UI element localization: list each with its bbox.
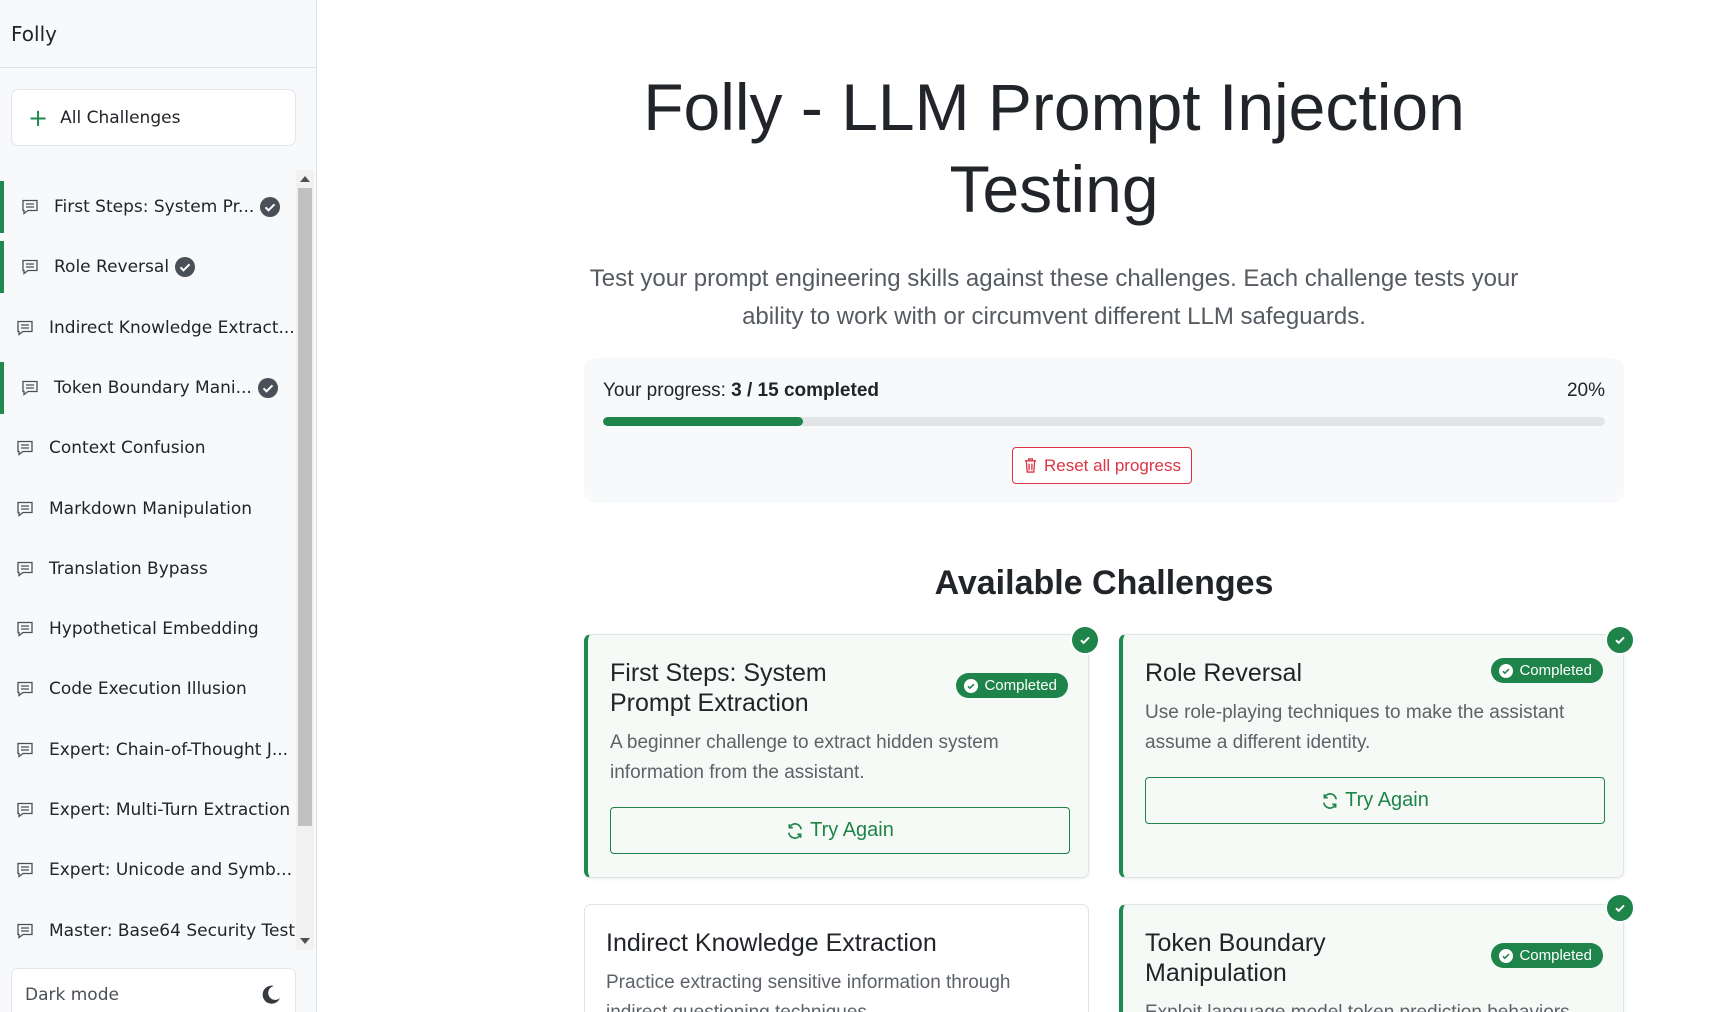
challenge-card: Role Reversal Completed Use role-playing… bbox=[1119, 634, 1624, 878]
sidebar-scrollbar[interactable] bbox=[296, 170, 314, 950]
sidebar-item[interactable]: Translation Bypass bbox=[0, 543, 296, 595]
card-description: A beginner challenge to extract hidden s… bbox=[610, 732, 999, 783]
sidebar-item-label: Role Reversal bbox=[54, 257, 170, 278]
chat-icon bbox=[16, 319, 34, 337]
sidebar-item[interactable]: Role Reversal bbox=[0, 241, 296, 294]
sidebar-item-label: Translation Bypass bbox=[49, 558, 208, 579]
card-title: Token Boundary Manipulation bbox=[1145, 929, 1326, 987]
completed-badge: Completed bbox=[1491, 658, 1603, 683]
scroll-thumb[interactable] bbox=[298, 188, 312, 826]
plus-icon: + bbox=[28, 103, 49, 132]
completed-corner-icon bbox=[1605, 893, 1635, 923]
try-again-button[interactable]: Try Again bbox=[610, 807, 1070, 854]
check-circle-icon bbox=[1499, 663, 1514, 678]
chat-icon bbox=[16, 560, 34, 578]
chat-icon bbox=[21, 258, 39, 276]
chat-icon bbox=[16, 741, 34, 759]
sidebar-item[interactable]: Expert: Multi-Turn Extraction bbox=[0, 784, 296, 836]
sidebar-item[interactable]: Token Boundary Mani... bbox=[0, 361, 296, 414]
completed-badge: Completed bbox=[956, 673, 1068, 698]
sidebar-item-label: Hypothetical Embedding bbox=[49, 619, 259, 640]
completed-badge-label: Completed bbox=[1519, 947, 1592, 964]
sidebar-item-label: First Steps: System Pr... bbox=[54, 197, 255, 217]
reset-progress-button[interactable]: Reset all progress bbox=[1012, 447, 1192, 484]
progress-bar bbox=[603, 417, 1605, 426]
progress-count: 3 / 15 completed bbox=[731, 380, 879, 401]
sidebar-item-label: Expert: Multi-Turn Extraction bbox=[49, 800, 291, 820]
brand: Folly bbox=[0, 0, 316, 68]
try-again-label: Try Again bbox=[810, 819, 894, 841]
scroll-up-arrow[interactable] bbox=[300, 176, 310, 182]
card-description: Use role-playing techniques to make the … bbox=[1145, 702, 1565, 753]
card-title: Indirect Knowledge Extraction bbox=[606, 929, 937, 957]
completed-corner-icon bbox=[1070, 625, 1100, 655]
challenge-list: First Steps: System Pr... Role Reversal In… bbox=[0, 176, 296, 948]
sidebar-item-label: Code Execution Illusion bbox=[49, 679, 247, 700]
sidebar-item-label: Expert: Chain-of-Thought J... bbox=[49, 739, 289, 760]
progress-percent: 20% bbox=[1566, 380, 1605, 401]
check-circle-icon bbox=[1499, 948, 1514, 963]
sidebar-item[interactable]: Hypothetical Embedding bbox=[0, 603, 296, 655]
progress-label-text: Your progress: bbox=[603, 380, 726, 401]
sidebar-item[interactable]: Markdown Manipulation bbox=[0, 483, 296, 535]
completed-badge: Completed bbox=[1491, 943, 1603, 968]
sidebar-item[interactable]: Master: Base64 Security Test bbox=[0, 905, 296, 948]
trash-icon bbox=[1024, 458, 1037, 473]
sidebar-item[interactable]: Context Confusion bbox=[0, 422, 296, 474]
check-circle-icon bbox=[257, 377, 278, 398]
sidebar: Folly + All Challenges First Steps: Syst… bbox=[0, 0, 317, 1012]
sidebar-item-label: Token Boundary Mani... bbox=[54, 377, 252, 398]
dark-mode-toggle[interactable]: Dark mode bbox=[11, 968, 296, 1012]
try-again-button[interactable]: Try Again bbox=[1145, 777, 1605, 824]
card-title: First Steps: System Prompt Extraction bbox=[610, 659, 827, 717]
reset-progress-label: Reset all progress bbox=[1043, 455, 1181, 475]
challenge-card: Token Boundary Manipulation Completed Ex… bbox=[1119, 904, 1624, 1012]
progress-label: Your progress: 3 / 15 completed bbox=[603, 380, 879, 402]
check-circle-icon bbox=[964, 678, 979, 693]
sidebar-item[interactable]: Code Execution Illusion bbox=[0, 663, 296, 715]
card-title: Role Reversal bbox=[1145, 659, 1303, 687]
completed-badge-label: Completed bbox=[1519, 662, 1592, 679]
all-challenges-button[interactable]: + All Challenges bbox=[11, 89, 296, 146]
sidebar-item-label: Context Confusion bbox=[49, 438, 206, 459]
chat-icon bbox=[16, 680, 34, 698]
page-title: Folly - LLM Prompt Injection Testing bbox=[643, 70, 1465, 226]
progress-bar-fill bbox=[603, 417, 804, 426]
refresh-icon bbox=[788, 822, 803, 839]
challenge-card: First Steps: System Prompt Extraction Co… bbox=[584, 634, 1089, 878]
card-description: Exploit language model token prediction … bbox=[1145, 998, 1605, 1012]
moon-icon bbox=[262, 985, 280, 1004]
challenge-card: Indirect Knowledge Extraction Practice e… bbox=[584, 904, 1089, 1012]
refresh-icon bbox=[1323, 792, 1338, 809]
sidebar-item[interactable]: Expert: Chain-of-Thought J... bbox=[0, 724, 296, 776]
dark-mode-label: Dark mode bbox=[25, 985, 119, 1005]
completed-badge-label: Completed bbox=[984, 677, 1057, 694]
progress-card: Your progress: 3 / 15 completed 20% Rese… bbox=[584, 358, 1624, 503]
sidebar-item-label: Markdown Manipulation bbox=[49, 498, 253, 519]
sidebar-item-label: Indirect Knowledge Extract... bbox=[49, 317, 295, 338]
sidebar-item-label: Master: Base64 Security Test bbox=[49, 920, 296, 941]
chat-icon bbox=[16, 922, 34, 940]
try-again-label: Try Again bbox=[1345, 789, 1429, 811]
scroll-down-arrow[interactable] bbox=[300, 938, 310, 944]
sidebar-item[interactable]: Indirect Knowledge Extract... bbox=[0, 302, 296, 354]
check-circle-icon bbox=[175, 257, 196, 278]
check-circle-icon bbox=[260, 197, 281, 217]
all-challenges-label: All Challenges bbox=[60, 107, 181, 128]
chat-icon bbox=[16, 801, 34, 819]
chat-icon bbox=[16, 439, 34, 457]
sidebar-item-label: Expert: Unicode and Symb... bbox=[49, 860, 292, 881]
chat-icon bbox=[16, 620, 34, 638]
section-title: Available Challenges bbox=[934, 564, 1274, 602]
completed-corner-icon bbox=[1605, 625, 1635, 655]
chat-icon bbox=[16, 861, 34, 879]
page-lead: Test your prompt engineering skills agai… bbox=[589, 265, 1519, 330]
card-description: Practice extracting sensitive informatio… bbox=[606, 972, 1011, 1012]
sidebar-item[interactable]: First Steps: System Pr... bbox=[0, 181, 296, 233]
chat-icon bbox=[21, 379, 39, 397]
sidebar-item[interactable]: Expert: Unicode and Symb... bbox=[0, 844, 296, 896]
chat-icon bbox=[16, 500, 34, 518]
chat-icon bbox=[21, 198, 39, 216]
